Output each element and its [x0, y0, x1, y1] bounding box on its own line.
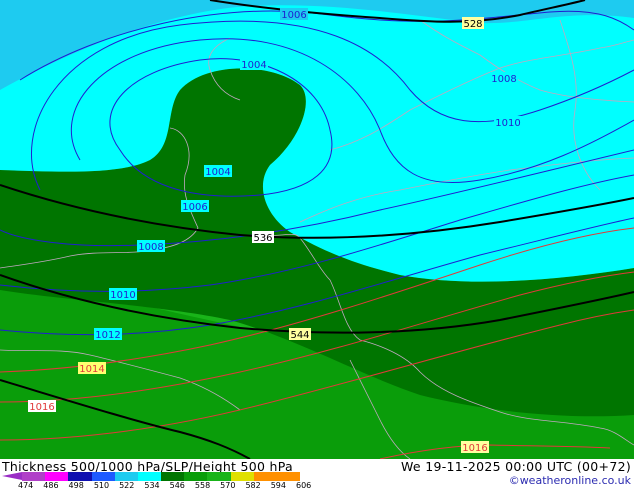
isobar-label: 1004 — [205, 167, 230, 178]
color-scale-swatch — [137, 472, 162, 481]
map-canvas: 1006 1004 1004 1006 1008 1008 1010 1010 … — [0, 0, 634, 459]
map-area: 1006 1004 1004 1006 1008 1008 1010 1010 … — [0, 0, 634, 459]
color-scale-swatch — [253, 472, 277, 481]
height-label: 536 — [253, 233, 272, 244]
color-scale-tick-label: 594 — [270, 481, 286, 490]
isobar-label: 1012 — [95, 330, 120, 341]
color-scale-swatch — [230, 472, 254, 481]
isobar-label: 1016 — [462, 443, 487, 454]
color-scale-tick-label: 546 — [169, 481, 185, 490]
color-scale-tick-label: 606 — [296, 481, 312, 490]
isobar-label: 1010 — [495, 118, 520, 129]
valid-datetime: We 19-11-2025 00:00 UTC (00+72) — [401, 459, 631, 474]
isobar-label: 1008 — [491, 74, 516, 85]
isobar-label: 1014 — [79, 364, 104, 375]
color-scale-tick-label: 582 — [245, 481, 261, 490]
color-scale-swatch — [68, 472, 92, 481]
color-scale-swatch — [276, 472, 301, 481]
color-scale-swatch — [161, 472, 185, 481]
isobar-label: 1006 — [281, 10, 306, 21]
isobar-label: 1016 — [29, 402, 54, 413]
color-scale-tick-label: 558 — [194, 481, 211, 490]
color-scale-tick-label: 498 — [68, 481, 84, 490]
color-scale-swatch — [91, 472, 115, 481]
color-scale-tick-label: 486 — [43, 481, 59, 490]
isobar-label: 1006 — [182, 202, 207, 213]
color-scale-swatch — [207, 472, 231, 481]
height-label: 528 — [463, 19, 482, 30]
footer: Thickness 500/1000 hPa/SLP/Height 500 hP… — [0, 459, 634, 490]
color-scale-swatch — [22, 472, 46, 481]
credit-link[interactable]: ©weatheronline.co.uk — [509, 474, 631, 487]
color-scale-tick-label: 510 — [93, 481, 110, 490]
scale-arrow-icon — [2, 472, 22, 480]
color-scale-swatch — [184, 472, 208, 481]
isobar-label: 1010 — [110, 290, 135, 301]
color-scale-tick-label: 474 — [18, 481, 34, 490]
color-scale-swatch — [45, 472, 69, 481]
height-label: 544 — [290, 330, 309, 341]
color-scale-tick-label: 522 — [119, 481, 135, 490]
color-scale-swatch — [114, 472, 138, 481]
color-scale-tick-label: 534 — [144, 481, 160, 490]
color-scale — [22, 472, 301, 481]
isobar-label: 1008 — [138, 242, 163, 253]
color-scale-tick-label: 570 — [220, 481, 236, 490]
isobar-label: 1004 — [241, 60, 266, 71]
